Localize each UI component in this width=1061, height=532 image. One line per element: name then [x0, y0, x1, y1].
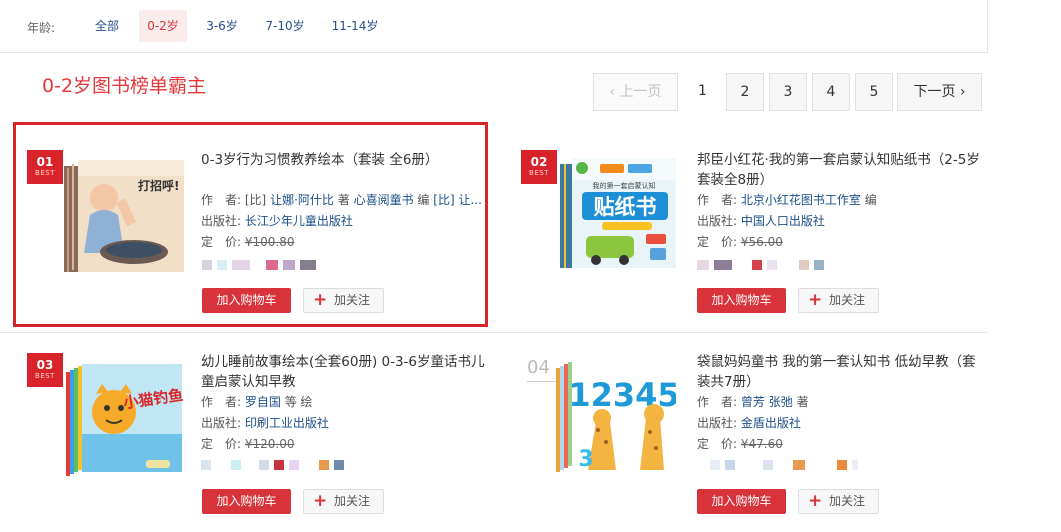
add-to-cart-button[interactable]: 加入购物车 — [202, 288, 291, 313]
author-link[interactable]: 罗自国 — [245, 395, 281, 409]
publisher-row: 出版社: 长江少年儿童出版社 — [201, 214, 353, 228]
next-page-button[interactable]: 下一页 › — [897, 73, 982, 111]
age-filter-label: 年龄: — [27, 21, 56, 35]
prev-page-button[interactable]: ‹ 上一页 — [593, 73, 678, 111]
author-link[interactable]: 北京小红花图书工作室 — [741, 193, 861, 207]
follow-label: 加关注 — [829, 494, 866, 508]
chevron-right-icon: › — [959, 84, 966, 100]
author-row: 作 者: [比] 让娜·阿什比 著 心喜阅童书 编 [比] 让... — [201, 193, 482, 207]
publisher-link[interactable]: 长江少年儿童出版社 — [245, 214, 353, 228]
age-option-all[interactable]: 全部 — [86, 10, 128, 42]
follow-button[interactable]: + 加关注 — [303, 288, 384, 313]
prev-page-label: 上一页 — [619, 84, 662, 100]
publisher-row: 出版社: 中国人口出版社 — [697, 214, 825, 228]
author-link[interactable]: 曾芳 — [741, 395, 765, 409]
age-option-11-14[interactable]: 11-14岁 — [327, 10, 383, 42]
bestseller-page: 年龄: 全部 0-2岁 3-6岁 7-10岁 11-14岁 0-2岁图书榜单霸主… — [0, 0, 1061, 532]
book-cover-2[interactable]: 我的第一套启蒙认知 贴纸书 — [560, 158, 680, 270]
add-to-cart-button[interactable]: 加入购物车 — [697, 489, 786, 514]
book-cover-3[interactable]: 小猫钓鱼 — [66, 364, 186, 476]
rank-badge-2: 02 BEST — [521, 150, 557, 184]
page-4[interactable]: 4 — [812, 73, 850, 111]
plus-icon: + — [313, 290, 328, 310]
page-1[interactable]: 1 — [684, 73, 721, 111]
price-row: 定 价: ¥47.60 — [697, 437, 783, 451]
age-option-3-6[interactable]: 3-6岁 — [199, 10, 245, 42]
rank-number: 03 — [36, 358, 54, 372]
page-5[interactable]: 5 — [855, 73, 893, 111]
section-title: 0-2岁图书榜单霸主 — [42, 75, 207, 97]
author-row: 作 者: 罗自国 等 绘 — [201, 395, 313, 409]
publisher-link[interactable]: 印刷工业出版社 — [245, 416, 329, 430]
best-label: BEST — [35, 169, 55, 177]
publisher-row: 出版社: 印刷工业出版社 — [201, 416, 329, 430]
product-title-2[interactable]: 邦臣小红花·我的第一套启蒙认知贴纸书（2-5岁 套装全8册） — [697, 150, 989, 190]
follow-button[interactable]: + 加关注 — [798, 288, 879, 313]
follow-label: 加关注 — [334, 494, 371, 508]
publisher-link[interactable]: 中国人口出版社 — [741, 214, 825, 228]
add-to-cart-button[interactable]: 加入购物车 — [202, 489, 291, 514]
cover-subtitle-2: 我的第一套启蒙认知 — [593, 181, 656, 190]
product-meta-1: 作 者: [比] 让娜·阿什比 著 心喜阅童书 编 [比] 让... 出版社: … — [201, 190, 482, 253]
best-label: BEST — [35, 372, 55, 380]
age-option-0-2[interactable]: 0-2岁 — [139, 10, 187, 42]
author-link[interactable]: 张弛 — [769, 395, 793, 409]
list-price: ¥47.60 — [740, 437, 783, 451]
product-meta-2: 作 者: 北京小红花图书工作室 编 出版社: 中国人口出版社 定 价: ¥56.… — [697, 190, 877, 253]
obscured-price-info — [201, 460, 344, 470]
follow-button[interactable]: + 加关注 — [303, 489, 384, 514]
product-title-1[interactable]: 0-3岁行为习惯教养绘本（套装 全6册） — [201, 150, 493, 170]
row-divider — [0, 332, 988, 333]
add-to-cart-button[interactable]: 加入购物车 — [697, 288, 786, 313]
follow-label: 加关注 — [334, 293, 371, 307]
publisher-row: 出版社: 金盾出版社 — [697, 416, 801, 430]
list-price: ¥56.00 — [740, 235, 783, 249]
price-row: 定 价: ¥56.00 — [697, 235, 783, 249]
product-title-3[interactable]: 幼儿睡前故事绘本(全套60册) 0-3-6岁童话书儿童启蒙认知早教 — [201, 352, 493, 392]
cover-title-1: 打招呼! — [138, 178, 179, 193]
product-meta-4: 作 者: 曾芳 张弛 著 出版社: 金盾出版社 定 价: ¥47.60 — [697, 392, 809, 455]
next-page-label: 下一页 — [913, 84, 956, 100]
follow-button[interactable]: + 加关注 — [798, 489, 879, 514]
rank-badge-3: 03 BEST — [27, 353, 63, 387]
price-row: 定 价: ¥120.00 — [201, 437, 295, 451]
book-cover-4[interactable]: 12345 3 — [556, 360, 680, 472]
product-meta-3: 作 者: 罗自国 等 绘 出版社: 印刷工业出版社 定 价: ¥120.00 — [201, 392, 329, 455]
chevron-left-icon: ‹ — [609, 84, 616, 100]
author-row: 作 者: 北京小红花图书工作室 编 — [697, 193, 877, 207]
plus-icon: + — [808, 290, 823, 310]
rank-number: 01 — [36, 155, 54, 169]
rank-number: 02 — [530, 155, 548, 169]
author-row: 作 者: 曾芳 张弛 著 — [697, 395, 809, 409]
product-title-4[interactable]: 袋鼠妈妈童书 我的第一套认知书 低幼早教（套装共7册） — [697, 352, 989, 392]
page-2[interactable]: 2 — [726, 73, 764, 111]
book-cover-1[interactable]: 打招呼! — [64, 160, 184, 272]
translator-link[interactable]: 心喜阅童书 — [354, 193, 414, 207]
follow-label: 加关注 — [829, 293, 866, 307]
plus-icon: + — [313, 491, 328, 511]
age-option-7-10[interactable]: 7-10岁 — [259, 10, 311, 42]
price-row: 定 价: ¥100.80 — [201, 235, 295, 249]
cover-numeral: 3 — [578, 447, 593, 472]
list-price: ¥120.00 — [244, 437, 295, 451]
obscured-price-info — [697, 260, 824, 270]
more-authors-link[interactable]: [比] 让... — [433, 193, 482, 207]
best-label: BEST — [529, 169, 549, 177]
obscured-price-info — [710, 460, 858, 470]
cover-title-2: 贴纸书 — [594, 195, 657, 219]
author-link[interactable]: 让娜·阿什比 — [270, 193, 334, 207]
publisher-link[interactable]: 金盾出版社 — [741, 416, 801, 430]
age-filter-bar: 年龄: 全部 0-2岁 3-6岁 7-10岁 11-14岁 — [0, 0, 988, 53]
rank-badge-1: 01 BEST — [27, 150, 63, 184]
plus-icon: + — [808, 491, 823, 511]
list-price: ¥100.80 — [244, 235, 295, 249]
obscured-price-info — [202, 260, 316, 270]
page-3[interactable]: 3 — [769, 73, 807, 111]
